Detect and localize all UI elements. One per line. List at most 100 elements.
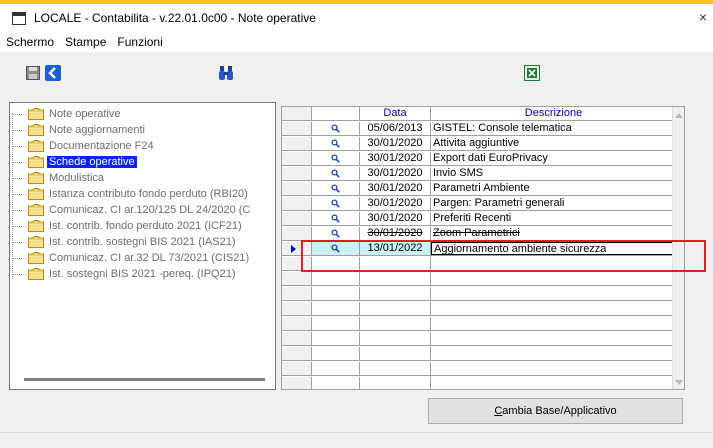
cell-descrizione: Aggiornamento ambiente sicurezza bbox=[431, 242, 674, 255]
scroll-up-icon[interactable] bbox=[675, 113, 683, 118]
cell-data: 30/01/2020 bbox=[360, 182, 431, 195]
menu-funzioni[interactable]: Funzioni bbox=[117, 35, 162, 49]
empty-table-row bbox=[282, 377, 674, 389]
folder-icon bbox=[28, 156, 44, 168]
cell-data: 30/01/2020 bbox=[360, 227, 431, 240]
tree-item-label: Comunicaz. CI ar.32 DL 73/2021 (CIS21) bbox=[49, 252, 250, 264]
cell-descrizione: Preferiti Recenti bbox=[433, 212, 512, 224]
tree-item[interactable]: Ist. contrib. fondo perduto 2021 (ICF21) bbox=[12, 218, 244, 234]
tree-item-label: Ist. sostegni BIS 2021 -pereq. (IPQ21) bbox=[49, 268, 236, 280]
cell-data: 30/01/2020 bbox=[360, 212, 431, 225]
notes-grid[interactable]: Data Descrizione 05/06/2013 GISTEL: Conso… bbox=[281, 106, 685, 390]
folder-icon bbox=[28, 124, 44, 136]
folder-icon bbox=[28, 236, 44, 248]
app-icon bbox=[12, 11, 26, 25]
window-title: LOCALE - Contabilita - v.22.01.0c00 - No… bbox=[34, 11, 316, 25]
table-row[interactable]: 30/01/2020 Pargen: Parametri generali bbox=[282, 197, 674, 211]
tree-item-label: Modulistica bbox=[49, 172, 105, 184]
table-row[interactable]: 30/01/2020 Invio SMS bbox=[282, 167, 674, 181]
table-row[interactable]: 30/01/2020 Preferiti Recenti bbox=[282, 212, 674, 226]
excel-icon[interactable] bbox=[523, 64, 541, 82]
cambia-label: ambia Base/Applicativo bbox=[502, 405, 617, 417]
zoom-icon[interactable] bbox=[312, 122, 360, 135]
zoom-icon[interactable] bbox=[312, 212, 360, 225]
zoom-icon[interactable] bbox=[312, 152, 360, 165]
folder-icon bbox=[28, 268, 44, 280]
tree-item-label: Comunicaz. CI ar.120/125 DL 24/2020 (C bbox=[49, 204, 251, 216]
folder-icon bbox=[28, 108, 44, 120]
tree-item[interactable]: Schede operative bbox=[12, 154, 137, 170]
folder-icon bbox=[28, 252, 44, 264]
tree-item-label: Note aggiornamenti bbox=[49, 124, 146, 136]
back-arrow-icon[interactable] bbox=[44, 64, 62, 82]
tree-item-label: Ist. contrib. sostegni BIS 2021 (IAS21) bbox=[49, 236, 236, 248]
binoculars-icon[interactable] bbox=[217, 64, 235, 82]
tree-item[interactable]: Ist. contrib. sostegni BIS 2021 (IAS21) bbox=[12, 234, 237, 250]
cell-data: 30/01/2020 bbox=[360, 167, 431, 180]
tree-item-label: Documentazione F24 bbox=[49, 140, 154, 152]
zoom-icon[interactable] bbox=[312, 197, 360, 210]
cell-descrizione: Parametri Ambiente bbox=[433, 182, 530, 194]
zoom-icon[interactable] bbox=[312, 182, 360, 195]
cell-data: 05/06/2013 bbox=[360, 122, 431, 135]
table-row[interactable]: 05/06/2013 GISTEL: Console telematica bbox=[282, 122, 674, 136]
zoom-icon[interactable] bbox=[312, 167, 360, 180]
folder-icon bbox=[28, 220, 44, 232]
notes-tree[interactable]: Note operative Note aggiornamenti Document… bbox=[9, 102, 276, 390]
tree-item[interactable]: Ist. sostegni BIS 2021 -pereq. (IPQ21) bbox=[12, 266, 237, 282]
empty-table-row bbox=[282, 272, 674, 286]
folder-icon bbox=[28, 140, 44, 152]
save-icon[interactable] bbox=[24, 64, 42, 82]
tree-item[interactable]: Note operative bbox=[12, 106, 123, 122]
column-header-data[interactable]: Data bbox=[360, 107, 431, 120]
tree-item[interactable]: Comunicaz. CI ar.120/125 DL 24/2020 (C bbox=[12, 202, 252, 218]
cell-descrizione: Attivita aggiuntive bbox=[433, 137, 520, 149]
cell-descrizione: Pargen: Parametri generali bbox=[433, 197, 565, 209]
tree-item[interactable]: Note aggiornamenti bbox=[12, 122, 147, 138]
close-icon[interactable]: × bbox=[699, 9, 707, 25]
tree-item[interactable]: Istanza contributo fondo perduto (RBI20) bbox=[12, 186, 250, 202]
table-row[interactable]: 30/01/2020 Parametri Ambiente bbox=[282, 182, 674, 196]
empty-table-row bbox=[282, 332, 674, 346]
column-header-descrizione[interactable]: Descrizione bbox=[431, 107, 674, 120]
cell-descrizione: Zoom Parametrici bbox=[433, 227, 520, 239]
cambia-accel: C bbox=[494, 405, 503, 417]
table-row[interactable]: 30/01/2020 Zoom Parametrici bbox=[282, 227, 674, 241]
empty-table-row bbox=[282, 317, 674, 331]
cell-data: 30/01/2020 bbox=[360, 137, 431, 150]
table-row[interactable]: 13/01/2022 Aggiornamento ambiente sicurez… bbox=[282, 242, 674, 256]
empty-table-row bbox=[282, 287, 674, 301]
tree-item-label: Schede operative bbox=[47, 156, 137, 168]
cell-descrizione: Invio SMS bbox=[433, 167, 484, 179]
menu-bar: Schermo Stampe Funzioni bbox=[0, 32, 713, 52]
cell-descrizione: GISTEL: Console telematica bbox=[433, 122, 572, 134]
empty-table-row bbox=[282, 362, 674, 376]
zoom-icon[interactable] bbox=[312, 137, 360, 150]
title-bar: LOCALE - Contabilita - v.22.01.0c00 - No… bbox=[0, 4, 713, 32]
tree-item[interactable]: Documentazione F24 bbox=[12, 138, 156, 154]
grid-header-row: Data Descrizione bbox=[282, 107, 674, 121]
tree-horizontal-scrollbar[interactable] bbox=[24, 378, 265, 381]
cambia-base-button[interactable]: Cambia Base/Applicativo bbox=[428, 398, 683, 424]
tree-item-label: Ist. contrib. fondo perduto 2021 (ICF21) bbox=[49, 220, 242, 232]
folder-icon bbox=[28, 204, 44, 216]
scroll-down-icon[interactable] bbox=[675, 380, 683, 385]
tree-item-label: Istanza contributo fondo perduto (RBI20) bbox=[49, 188, 248, 200]
tree-item-label: Note operative bbox=[49, 108, 121, 120]
empty-table-row bbox=[282, 347, 674, 361]
zoom-icon[interactable] bbox=[312, 242, 360, 255]
grid-vertical-scrollbar[interactable] bbox=[672, 107, 684, 389]
cell-data: 13/01/2022 bbox=[360, 242, 431, 255]
status-bar bbox=[0, 432, 713, 448]
table-row[interactable]: 30/01/2020 Attivita aggiuntive bbox=[282, 137, 674, 151]
folder-icon bbox=[28, 188, 44, 200]
cell-descrizione: Export dati EuroPrivacy bbox=[433, 152, 548, 164]
menu-schermo[interactable]: Schermo bbox=[6, 35, 54, 49]
table-row[interactable]: 30/01/2020 Export dati EuroPrivacy bbox=[282, 152, 674, 166]
menu-stampe[interactable]: Stampe bbox=[65, 35, 106, 49]
cell-data: 30/01/2020 bbox=[360, 152, 431, 165]
tree-item[interactable]: Comunicaz. CI ar.32 DL 73/2021 (CIS21) bbox=[12, 250, 251, 266]
tree-item[interactable]: Modulistica bbox=[12, 170, 106, 186]
folder-icon bbox=[28, 172, 44, 184]
zoom-icon[interactable] bbox=[312, 227, 360, 240]
